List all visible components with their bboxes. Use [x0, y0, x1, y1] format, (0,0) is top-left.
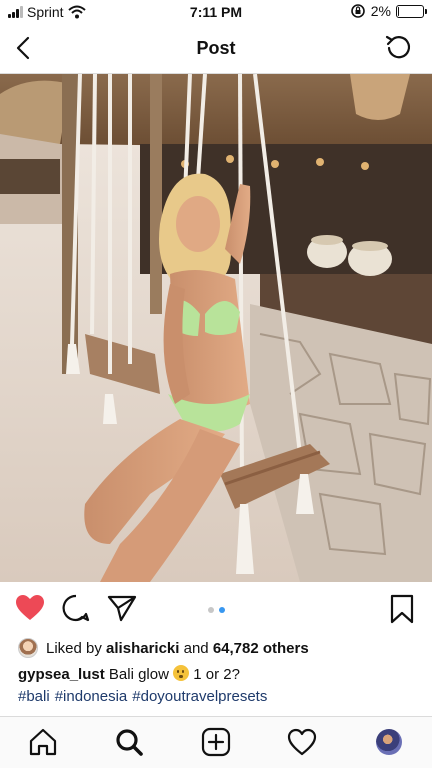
- carousel-indicator: [0, 607, 432, 613]
- post-header: Post: [0, 24, 432, 74]
- post-caption: gypsea_lust Bali glow 1 or 2?: [18, 665, 240, 683]
- caption-text-after: 1 or 2?: [193, 666, 240, 683]
- hashtag-link[interactable]: #doyoutravelpresets: [132, 688, 267, 705]
- profile-avatar[interactable]: [376, 729, 402, 755]
- beach-swing-photo: [0, 74, 432, 582]
- page-title: Post: [196, 38, 236, 58]
- bookmark-icon[interactable]: [390, 594, 414, 624]
- carousel-dot: [207, 607, 214, 613]
- add-icon[interactable]: [201, 727, 231, 757]
- grimace-emoji-icon: [173, 665, 190, 681]
- orientation-lock-icon: [350, 4, 365, 18]
- liker-avatar[interactable]: [18, 638, 38, 658]
- post-actions: [0, 588, 432, 632]
- battery-icon: [396, 4, 427, 18]
- home-icon[interactable]: [28, 727, 58, 757]
- hashtag-link[interactable]: #indonesia: [55, 688, 128, 705]
- carousel-dot: [218, 607, 225, 613]
- battery-percent: 2%: [370, 3, 391, 19]
- post-photo[interactable]: [0, 74, 432, 582]
- refresh-icon[interactable]: [384, 32, 414, 62]
- hashtag-list: #bali #indonesia #doyoutravelpresets: [18, 688, 267, 705]
- bottom-tab-bar: [0, 716, 432, 768]
- caption-text-before: Bali glow: [108, 666, 169, 683]
- status-bar: Sprint 7:11 PM 2%: [0, 0, 432, 24]
- status-right: 2%: [350, 3, 427, 19]
- activity-icon[interactable]: [287, 727, 317, 757]
- likes-summary[interactable]: Liked by alisharicki and 64,782 others: [18, 638, 309, 658]
- likes-text: Liked by alisharicki and 64,782 others: [46, 640, 309, 657]
- search-icon[interactable]: [114, 727, 144, 757]
- likes-count[interactable]: 64,782 others: [213, 640, 309, 657]
- liker-username[interactable]: alisharicki: [106, 640, 179, 657]
- likes-conjunction: and: [183, 639, 209, 657]
- hashtag-link[interactable]: #bali: [18, 688, 50, 705]
- caption-username[interactable]: gypsea_lust: [18, 666, 105, 683]
- likes-prefix: Liked by: [46, 639, 102, 657]
